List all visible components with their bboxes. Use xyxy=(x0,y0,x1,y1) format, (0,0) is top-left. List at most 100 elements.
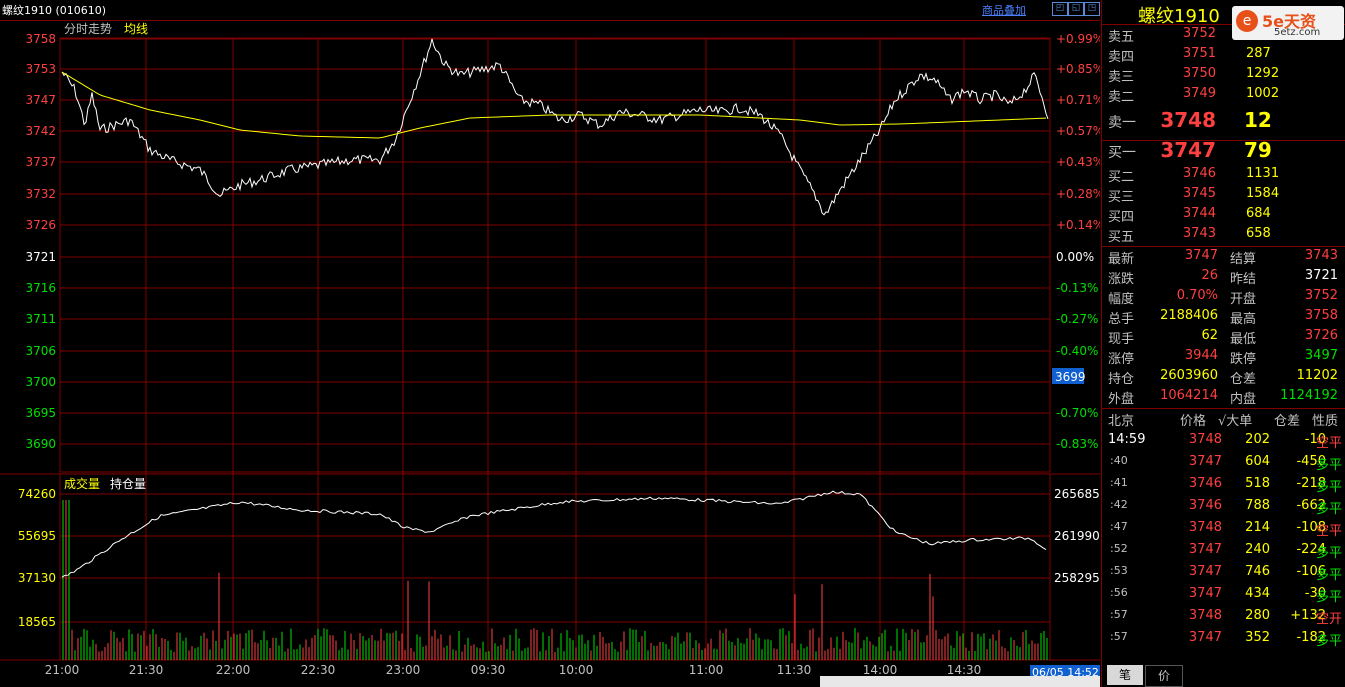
tick-nature: 多平 xyxy=(1315,590,1342,605)
price-tick-label: 3758 xyxy=(25,32,56,46)
percent-tick-label: -0.40% xyxy=(1056,344,1098,358)
tick-volume: 604 xyxy=(1245,454,1270,469)
tick-time: :53 xyxy=(1110,564,1128,577)
percent-tick-label: +0.57% xyxy=(1056,124,1100,138)
stat-label: 跌停 xyxy=(1230,352,1257,367)
window-restore-icon[interactable]: ◰ xyxy=(1052,2,1068,16)
tick-price: 3748 xyxy=(1188,432,1222,447)
tick-row: :52 3747 240 -224 多平 xyxy=(1102,542,1345,564)
tick-nature: 空平 xyxy=(1315,524,1342,539)
tick-time: :40 xyxy=(1110,454,1128,467)
percent-tick-label: +0.85% xyxy=(1056,62,1100,76)
ask-volume: 287 xyxy=(1246,46,1271,61)
stat-label: 开盘 xyxy=(1230,292,1257,307)
bid-row[interactable]: 买三 3745 1584 xyxy=(1102,186,1345,206)
tick-time: 14:59 xyxy=(1108,432,1146,447)
time-tick-label: 22:30 xyxy=(301,663,336,677)
stat-label: 内盘 xyxy=(1230,392,1257,407)
intraday-chart[interactable]: 3758 3753 3747 3742 3737 3732 3726 3721 3716 3711… xyxy=(0,20,1100,687)
logo-icon: e xyxy=(1236,10,1258,32)
tick-time: :52 xyxy=(1110,542,1128,555)
percent-tick-label: -0.83% xyxy=(1056,437,1098,451)
ask-label: 卖三 xyxy=(1108,70,1135,85)
tick-volume: 352 xyxy=(1245,630,1270,645)
stat-row: 总手 2188406 最高 3758 xyxy=(1102,308,1345,328)
stat-row: 最新 3747 结算 3743 xyxy=(1102,248,1345,268)
stat-row: 涨跌 26 昨结 3721 xyxy=(1102,268,1345,288)
price-tick-label: 3732 xyxy=(25,187,56,201)
average-line xyxy=(61,71,1047,139)
bid-price: 3745 xyxy=(1182,186,1216,201)
bid-label: 买二 xyxy=(1108,170,1135,185)
tick-volume: 202 xyxy=(1245,432,1270,447)
stat-value: 0.70% xyxy=(1176,288,1218,303)
quote-panel: 螺纹1910 卖五37524卖四3751287卖三37501292卖二37491… xyxy=(1101,0,1345,687)
price-tick-label: 3700 xyxy=(25,375,56,389)
stat-value: 3743 xyxy=(1304,248,1338,263)
stat-label: 结算 xyxy=(1230,252,1257,267)
bid-volume: 684 xyxy=(1246,206,1271,221)
tab-price-ladder[interactable]: 价 xyxy=(1145,665,1183,687)
commodity-overlay-button[interactable]: 商品叠加 xyxy=(982,2,1026,18)
brand-logo: e 5e天资 5etz.com xyxy=(1232,6,1344,40)
stat-label: 幅度 xyxy=(1108,292,1135,307)
tab-tick-by-tick[interactable]: 笔 xyxy=(1107,665,1143,685)
bid-volume: 1584 xyxy=(1246,186,1280,201)
ask-row[interactable]: 卖二 3749 1002 xyxy=(1102,86,1345,106)
bid-row[interactable]: 买五 3743 658 xyxy=(1102,226,1345,246)
tick-row: :47 3748 214 -108 空平 xyxy=(1102,520,1345,542)
window-tile-icon[interactable]: ◱ xyxy=(1068,2,1084,16)
bid-row[interactable]: 买一 3747 79 xyxy=(1102,138,1345,166)
tick-price: 3747 xyxy=(1188,454,1222,469)
bid-price: 3746 xyxy=(1182,166,1216,181)
bid-volume: 1131 xyxy=(1246,166,1280,181)
time-tick-label: 23:00 xyxy=(386,663,421,677)
price-tick-label: 3695 xyxy=(25,406,56,420)
tick-view-tabs: 笔 价 xyxy=(1101,663,1345,687)
tick-volume: 788 xyxy=(1245,498,1270,513)
tick-volume: 434 xyxy=(1245,586,1270,601)
tick-row: :40 3747 604 -450 多平 xyxy=(1102,454,1345,476)
tick-volume: 240 xyxy=(1245,542,1270,557)
stat-value: 2188406 xyxy=(1160,308,1218,323)
ask-price: 3751 xyxy=(1182,46,1216,61)
volume-axis: 74260 55695 37130 18565 2656854 2619904 258295… xyxy=(18,487,1100,629)
stat-label: 持仓 xyxy=(1108,372,1135,387)
instrument-title: 螺纹1910 (010610) xyxy=(2,4,107,17)
tick-price: 3746 xyxy=(1188,476,1222,491)
ask-label: 卖一 xyxy=(1108,115,1136,131)
bid-label: 买三 xyxy=(1108,190,1135,205)
time-axis: 21:00 21:30 22:00 22:30 23:00 09:30 10:00 11:00… xyxy=(45,663,982,677)
tick-price: 3746 xyxy=(1188,498,1222,513)
stat-row: 外盘 1064214 内盘 1124192 xyxy=(1102,388,1345,408)
window-maximize-icon[interactable]: ◳ xyxy=(1084,2,1100,16)
stat-label: 外盘 xyxy=(1108,392,1135,407)
bid-row[interactable]: 买四 3744 684 xyxy=(1102,206,1345,226)
bid-row[interactable]: 买二 3746 1131 xyxy=(1102,166,1345,186)
label-open-interest: 持仓量 xyxy=(110,476,146,491)
label-volume: 成交量 xyxy=(64,476,100,491)
stat-label: 现手 xyxy=(1108,332,1135,347)
ask-row[interactable]: 卖四 3751 287 xyxy=(1102,46,1345,66)
price-tick-label: 3753 xyxy=(25,62,56,76)
stat-label: 最低 xyxy=(1230,332,1257,347)
stat-value: 3758 xyxy=(1304,308,1338,323)
stat-row: 现手 62 最低 3726 xyxy=(1102,328,1345,348)
price-axis-left: 3758 3753 3747 3742 3737 3732 3726 3721 3716 3711… xyxy=(25,32,56,451)
oi-tick-label: 2656854 xyxy=(1054,487,1100,501)
taskbar-strip xyxy=(820,676,1100,687)
price-tick-label: 3747 xyxy=(25,93,56,107)
stat-value: 3721 xyxy=(1304,268,1338,283)
ask-row[interactable]: 卖三 3750 1292 xyxy=(1102,66,1345,86)
tick-time: :41 xyxy=(1110,476,1128,489)
tick-time: :56 xyxy=(1110,586,1128,599)
stat-label: 最新 xyxy=(1108,252,1135,267)
bid-volume: 79 xyxy=(1244,138,1272,162)
volume-tick-label: 74260 xyxy=(18,487,56,501)
label-intraday-trend: 分时走势 xyxy=(64,22,112,36)
tick-volume: 214 xyxy=(1245,520,1270,535)
ask-row[interactable]: 卖一 3748 12 xyxy=(1102,108,1345,136)
chart-title-bar: 螺纹1910 (010610) 商品叠加 ◰ ◱ ◳ xyxy=(0,0,1100,21)
tick-nature: 多平 xyxy=(1315,568,1342,583)
price-tick-label: 3726 xyxy=(25,218,56,232)
